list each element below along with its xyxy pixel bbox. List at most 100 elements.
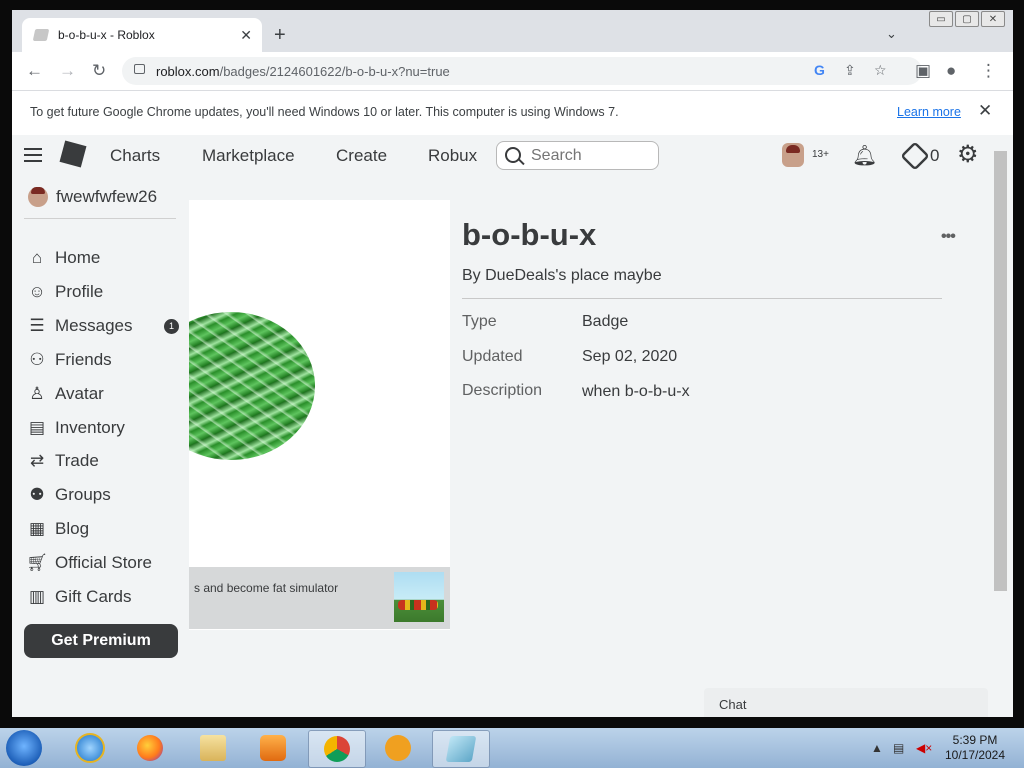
- start-button[interactable]: [6, 730, 42, 766]
- close-window-button[interactable]: ✕: [981, 11, 1005, 27]
- bookmark-star-icon[interactable]: ☆: [874, 62, 887, 79]
- source-game-name[interactable]: s and become fat simulator: [194, 581, 338, 595]
- age-badge: 13+: [812, 149, 829, 160]
- detail-value-updated: Sep 02, 2020: [582, 348, 678, 365]
- taskbar-roblox-studio[interactable]: [432, 730, 490, 768]
- url-host: roblox.com: [156, 64, 220, 79]
- tab-title: b-o-b-u-x - Roblox: [58, 28, 155, 42]
- user-avatar[interactable]: [782, 143, 804, 167]
- taskbar-file-explorer[interactable]: [185, 730, 241, 766]
- sidebar-item-inventory[interactable]: ▤ Inventory: [26, 416, 125, 440]
- lock-icon: [134, 64, 145, 74]
- search-input[interactable]: [529, 145, 653, 167]
- chrome-menu-icon[interactable]: ⋮: [980, 61, 997, 81]
- chat-label: Chat: [719, 697, 747, 712]
- sidebar-item-profile[interactable]: ☺ Profile: [26, 280, 103, 304]
- source-game-thumbnail[interactable]: [394, 572, 444, 622]
- sidebar-item-home[interactable]: ⌂ Home: [26, 246, 101, 270]
- roblox-logo-icon[interactable]: [59, 140, 87, 168]
- sidebar-item-groups[interactable]: ⚉ Groups: [26, 483, 110, 507]
- badge-creator[interactable]: By DueDeals's place maybe: [462, 267, 662, 285]
- sidebar-item-official-store[interactable]: 🛒︎ Official Store: [26, 551, 152, 575]
- tray-clock[interactable]: 5:39 PM 10/17/2024: [940, 733, 1010, 763]
- taskbar-chrome[interactable]: [308, 730, 366, 768]
- browser-toolbar: ← → ↻ roblox.com/badges/2124601622/b-o-b…: [12, 52, 1013, 90]
- network-icon[interactable]: ▤: [893, 741, 904, 755]
- sidebar-item-label: Official Store: [55, 553, 153, 572]
- robux-balance[interactable]: 0: [930, 146, 939, 166]
- hamburger-menu-icon[interactable]: [24, 148, 42, 162]
- taskbar-internet-explorer[interactable]: [62, 730, 118, 766]
- back-icon[interactable]: ←: [26, 61, 43, 81]
- maximize-button[interactable]: ▢: [955, 11, 979, 27]
- tray-overflow-icon[interactable]: ▲: [871, 741, 883, 755]
- profile-avatar-icon[interactable]: ●: [946, 61, 956, 81]
- forward-icon[interactable]: →: [59, 61, 76, 81]
- avatar-icon: ♙: [29, 384, 45, 403]
- robux-icon[interactable]: [900, 141, 930, 171]
- taskbar-media-player[interactable]: [245, 730, 301, 766]
- sidebar-item-label: Avatar: [55, 384, 104, 403]
- sidebar-item-trade[interactable]: ⇄ Trade: [26, 449, 99, 473]
- google-lens-icon[interactable]: G: [814, 62, 825, 78]
- sidebar-divider: [24, 218, 176, 219]
- tab-close-icon[interactable]: ✕: [240, 27, 252, 44]
- sidebar-item-friends[interactable]: ⚇ Friends: [26, 348, 111, 372]
- roblox-page: Charts Marketplace Create Robux 13+ 🔔︎ 0…: [12, 135, 1013, 717]
- volume-muted-icon[interactable]: ◀×: [916, 741, 932, 755]
- detail-value-description: when b-o-b-u-x: [582, 383, 690, 400]
- infobar-close-icon[interactable]: ✕: [978, 101, 992, 121]
- page-scrollbar[interactable]: [994, 151, 1007, 591]
- sidebar-item-label: Trade: [55, 451, 99, 470]
- search-icon: [505, 147, 521, 163]
- sidebar-user[interactable]: fwewfwfew26: [28, 187, 157, 207]
- detail-value-type: Badge: [582, 313, 629, 330]
- notifications-bell-icon[interactable]: 🔔︎: [852, 143, 877, 168]
- new-tab-button[interactable]: +: [274, 24, 286, 47]
- taskbar-roblox-app[interactable]: [370, 730, 426, 766]
- badge-image-card: [189, 200, 450, 630]
- chrome-icon: [324, 736, 350, 762]
- sidebar-item-label: Home: [55, 248, 101, 267]
- sidebar-item-label: Profile: [55, 282, 104, 301]
- reload-icon[interactable]: ↻: [92, 61, 106, 81]
- badge-image: [189, 312, 315, 460]
- learn-more-link[interactable]: Learn more: [897, 105, 961, 119]
- sidebar-item-label: Gift Cards: [55, 587, 132, 606]
- get-premium-button[interactable]: Get Premium: [24, 624, 178, 658]
- tab-search-icon[interactable]: ⌄: [886, 26, 897, 42]
- sidebar-item-gift-cards[interactable]: ▥ Gift Cards: [26, 585, 132, 609]
- clock-date: 10/17/2024: [944, 748, 1006, 762]
- nav-create[interactable]: Create: [336, 146, 387, 166]
- firefox-icon: [137, 735, 163, 761]
- friends-icon: ⚇: [29, 350, 45, 369]
- search-box[interactable]: [496, 141, 659, 170]
- nav-robux[interactable]: Robux: [428, 146, 477, 166]
- share-icon[interactable]: ⇪: [844, 62, 856, 79]
- sidebar-item-avatar[interactable]: ♙ Avatar: [26, 382, 104, 406]
- nav-charts[interactable]: Charts: [110, 146, 160, 166]
- badge-title: b-o-b-u-x: [462, 217, 597, 252]
- minimize-button[interactable]: ▭: [929, 11, 953, 27]
- sidebar-item-label: Blog: [55, 519, 90, 538]
- settings-gear-icon[interactable]: ⚙: [957, 140, 979, 169]
- source-game-card[interactable]: s and become fat simulator: [189, 567, 450, 629]
- clock-time: 5:39 PM: [952, 733, 998, 747]
- browser-tab[interactable]: b-o-b-u-x - Roblox ✕: [22, 18, 262, 52]
- browser-window: ▭ ▢ ✕ b-o-b-u-x - Roblox ✕ + ⌄ ← → ↻ rob…: [12, 10, 1013, 717]
- nav-marketplace[interactable]: Marketplace: [202, 146, 295, 166]
- more-options-icon[interactable]: •••: [941, 228, 956, 246]
- sidebar-item-label: Messages: [55, 316, 133, 335]
- groups-icon: ⚉: [29, 485, 45, 504]
- detail-label-type: Type: [462, 313, 497, 330]
- messages-count-badge: 1: [164, 319, 179, 334]
- side-panel-icon[interactable]: ▣: [915, 61, 931, 81]
- sidebar-item-blog[interactable]: ▦ Blog: [26, 517, 89, 541]
- window-controls: ▭ ▢ ✕: [927, 11, 1005, 27]
- sidebar-avatar: [28, 187, 48, 207]
- chat-bar[interactable]: Chat: [704, 688, 988, 717]
- taskbar-firefox[interactable]: [122, 730, 178, 766]
- sidebar-item-messages[interactable]: ☰ Messages: [26, 314, 132, 338]
- address-bar[interactable]: roblox.com/badges/2124601622/b-o-b-u-x?n…: [122, 57, 922, 85]
- detail-label-description: Description: [462, 382, 543, 399]
